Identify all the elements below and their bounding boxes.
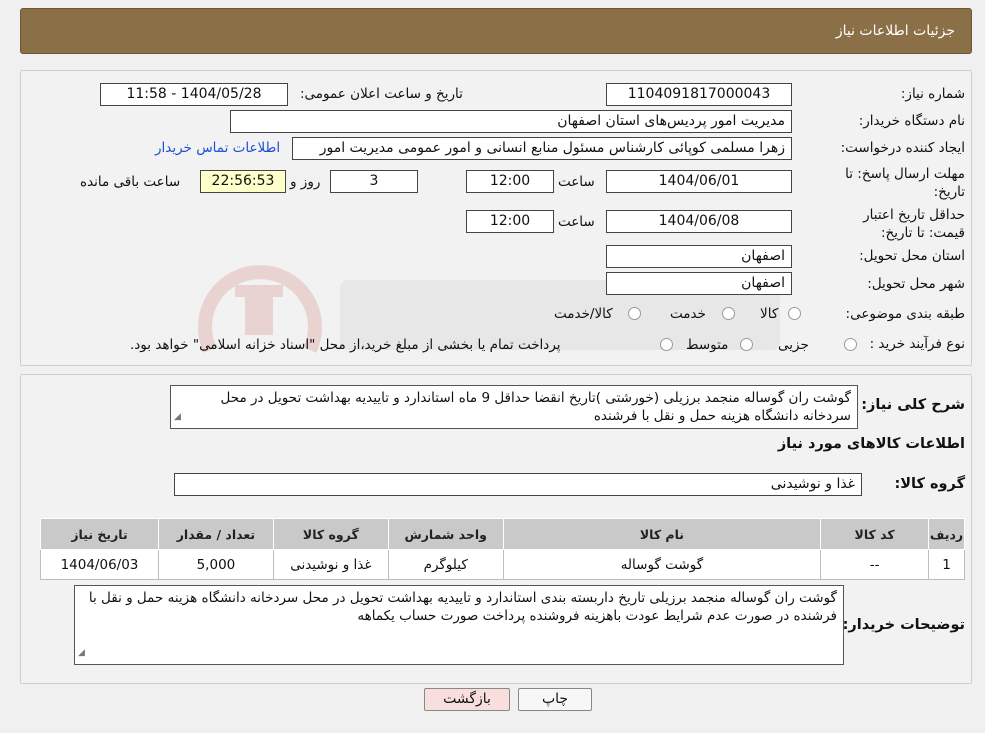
resize-grip-icon[interactable]: ◢ — [174, 408, 181, 426]
col-goods-group: گروه کالا — [272, 518, 389, 550]
request-creator-field: زهرا مسلمی کوپائی کارشناس مسئول منابع ان… — [292, 137, 792, 160]
process-minor-radio[interactable] — [844, 338, 857, 351]
buyer-notes-textarea[interactable]: گوشت ران گوساله منجمد برزیلی تاریخ داربس… — [74, 585, 844, 665]
remaining-time-label: ساعت باقی مانده — [80, 174, 181, 190]
price-validity-time-label: ساعت — [558, 214, 595, 230]
response-deadline-date: 1404/06/01 — [606, 170, 792, 193]
col-unit: واحد شمارش — [387, 518, 504, 550]
print-button[interactable]: چاپ — [518, 688, 592, 711]
price-validity-label: حداقل تاریخ اعتبار قیمت: تا تاریخ: — [863, 207, 965, 241]
page-header: جزئیات اطلاعات نیاز — [20, 8, 972, 54]
buyer-org-label: نام دستگاه خریدار: — [858, 113, 965, 129]
col-goods-code: کد کالا — [820, 518, 930, 550]
subject-category-label: طبقه بندی موضوعی: — [845, 306, 965, 322]
treasury-payment-note: پرداخت تمام یا بخشی از مبلغ خرید،از محل … — [130, 337, 561, 353]
request-creator-label: ایجاد کننده درخواست: — [840, 140, 965, 156]
response-deadline-time: 12:00 — [466, 170, 554, 193]
delivery-city-field: اصفهان — [606, 272, 792, 295]
cell-quantity: 5,000 — [157, 549, 274, 580]
delivery-province-field: اصفهان — [606, 245, 792, 268]
remaining-time-field: 22:56:53 — [200, 170, 286, 193]
page-title: جزئیات اطلاعات نیاز — [835, 23, 955, 39]
goods-table: ردیف کد کالا نام کالا واحد شمارش گروه کا… — [40, 518, 965, 580]
price-validity-time: 12:00 — [466, 210, 554, 233]
days-label: روز و — [290, 174, 321, 190]
col-row-number: ردیف — [928, 518, 965, 550]
remaining-days-field: 3 — [330, 170, 418, 193]
need-number-field: 1104091817000043 — [606, 83, 792, 106]
col-goods-name: نام کالا — [502, 518, 822, 550]
col-quantity: تعداد / مقدار — [157, 518, 274, 550]
cell-goods-code: -- — [820, 549, 930, 580]
cell-row-number: 1 — [928, 549, 965, 580]
buyer-notes-label: توضیحات خریدار: — [842, 617, 965, 633]
cell-goods-group: غذا و نوشیدنی — [272, 549, 389, 580]
category-goods-service-radio[interactable] — [628, 307, 641, 320]
cell-goods-name: گوشت گوساله — [502, 549, 822, 580]
buyer-contact-link[interactable]: اطلاعات تماس خریدار — [155, 140, 280, 156]
buyer-org-field: مدیریت امور پردیس‌های استان اصفهان — [230, 110, 792, 133]
category-goods-radio[interactable] — [788, 307, 801, 320]
goods-group-label: گروه کالا: — [894, 476, 965, 492]
category-goods-service-label: کالا/خدمت — [554, 306, 613, 322]
category-service-label: خدمت — [670, 306, 706, 322]
process-medium-label: متوسط — [686, 337, 729, 353]
purchase-process-label: نوع فرآیند خرید : — [869, 336, 965, 352]
announce-datetime-label: تاریخ و ساعت اعلان عمومی: — [300, 86, 463, 102]
buyer-notes-text: گوشت ران گوساله منجمد برزیلی تاریخ داربس… — [88, 590, 837, 624]
announce-datetime-field: 1404/05/28 - 11:58 — [100, 83, 288, 106]
delivery-city-label: شهر محل تحویل: — [867, 276, 965, 292]
process-medium-radio[interactable] — [740, 338, 753, 351]
goods-table-header: ردیف کد کالا نام کالا واحد شمارش گروه کا… — [40, 518, 965, 550]
treasury-payment-checkbox[interactable] — [660, 338, 673, 351]
goods-group-field: غذا و نوشیدنی — [174, 473, 862, 496]
need-summary-label: شرح کلی نیاز: — [861, 397, 965, 413]
table-row: 1 -- گوشت گوساله کیلوگرم غذا و نوشیدنی 5… — [40, 549, 965, 580]
need-number-label: شماره نیاز: — [900, 86, 965, 102]
response-deadline-time-label: ساعت — [558, 174, 595, 190]
response-deadline-label: مهلت ارسال پاسخ: تا تاریخ: — [845, 166, 965, 200]
process-minor-label: جزیی — [778, 337, 809, 353]
cell-need-date: 1404/06/03 — [40, 549, 159, 580]
need-summary-textarea[interactable]: گوشت ران گوساله منجمد برزیلی (خورشتی )تا… — [170, 385, 858, 429]
category-service-radio[interactable] — [722, 307, 735, 320]
back-button[interactable]: بازگشت — [424, 688, 510, 711]
col-need-date: تاریخ نیاز — [40, 518, 159, 550]
cell-unit: کیلوگرم — [387, 549, 504, 580]
goods-section-title: اطلاعات کالاهای مورد نیاز — [777, 436, 965, 452]
category-goods-label: کالا — [760, 306, 779, 322]
resize-grip-icon[interactable]: ◢ — [78, 644, 85, 662]
delivery-province-label: استان محل تحویل: — [859, 248, 965, 264]
need-summary-text: گوشت ران گوساله منجمد برزیلی (خورشتی )تا… — [220, 390, 852, 424]
price-validity-date: 1404/06/08 — [606, 210, 792, 233]
